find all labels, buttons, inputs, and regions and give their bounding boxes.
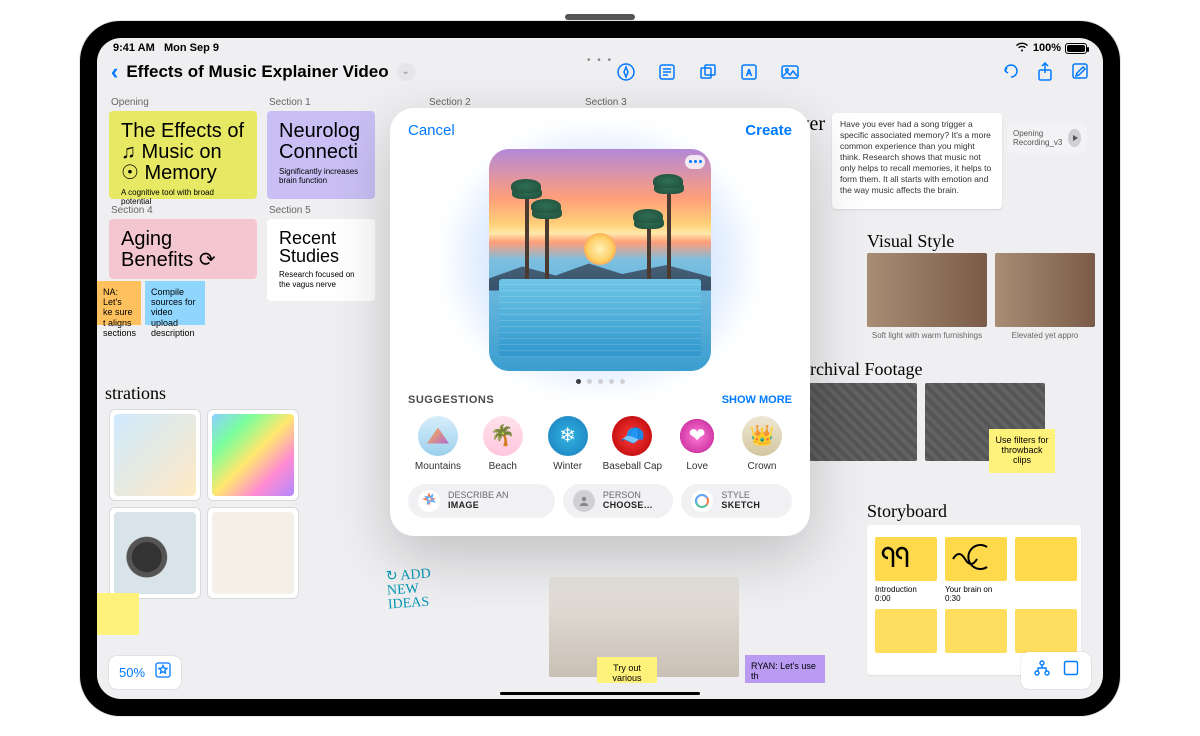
- suggestions-label: SUGGESTIONS: [408, 394, 494, 406]
- storyboard-label: Your brain on0:30: [945, 585, 992, 603]
- visual-style-thumb[interactable]: [867, 253, 987, 327]
- card-subtitle: Significantly increases brain function: [279, 167, 363, 186]
- battery-pct: 100%: [1033, 42, 1061, 54]
- thumb-caption: Soft light with warm furnishings: [867, 331, 987, 340]
- attachment-name: Opening Recording_v3: [1013, 129, 1062, 147]
- image-playground-sheet: Cancel Create SUGGESTIONS SHOW MORE: [390, 108, 810, 536]
- sticky-note[interactable]: Use filters for throwback clips: [989, 429, 1055, 473]
- heading-visual-style: Visual Style: [867, 231, 954, 252]
- chip-label: Crown: [748, 461, 777, 472]
- card-section-4[interactable]: Aging Benefits ⟳: [109, 219, 257, 279]
- storyboard-panel[interactable]: [945, 609, 1007, 653]
- status-date: Mon Sep 9: [164, 42, 219, 54]
- storyboard-panel[interactable]: [875, 537, 937, 581]
- sparkle-icon: [418, 490, 440, 512]
- text-tool-icon[interactable]: [740, 63, 758, 81]
- body-text: Have you ever had a song trigger a speci…: [840, 119, 991, 195]
- style-ring-icon: [691, 490, 713, 512]
- storyboard-label: Introduction0:00: [875, 585, 917, 603]
- illustration-thumb[interactable]: [207, 507, 299, 599]
- share-button[interactable]: [1037, 62, 1053, 82]
- document-menu-chevron-icon[interactable]: ⌄: [397, 63, 415, 81]
- compose-button[interactable]: [1071, 62, 1089, 82]
- navigator-map-icon[interactable]: [1063, 660, 1079, 681]
- section-label: Section 5: [269, 205, 311, 216]
- storyboard-panel[interactable]: [875, 609, 937, 653]
- undo-button[interactable]: [1001, 62, 1019, 82]
- card-section-1[interactable]: Neurolog Connecti Significantly increase…: [267, 111, 375, 199]
- star-icon[interactable]: [155, 662, 171, 683]
- chip-label: Beach: [489, 461, 517, 472]
- media-tool-icon[interactable]: [780, 63, 800, 81]
- back-button[interactable]: ‹: [111, 59, 118, 85]
- audio-attachment[interactable]: Opening Recording_v3: [1007, 123, 1087, 153]
- heading-archival: Archival Footage: [797, 359, 922, 380]
- cancel-button[interactable]: Cancel: [408, 122, 455, 139]
- sticky-note[interactable]: NA: Let's ke sure t aligns sections: [97, 281, 141, 325]
- chip-label: Winter: [553, 461, 582, 472]
- card-section-5[interactable]: Recent Studies Research focused on the v…: [267, 219, 375, 301]
- illustration-thumb[interactable]: [207, 409, 299, 501]
- card-title: Neurolog Connecti: [279, 121, 363, 163]
- suggestion-chip-beach[interactable]: 🌴Beach: [473, 416, 533, 472]
- heading-storyboard: Storyboard: [867, 501, 947, 522]
- navigator-tree-icon[interactable]: [1033, 660, 1051, 681]
- create-button[interactable]: Create: [745, 122, 792, 139]
- sticky-note[interactable]: RYAN: Let's use th: [745, 655, 825, 683]
- visual-style-thumb[interactable]: [995, 253, 1095, 327]
- suggestion-chip-love[interactable]: ❤Love: [667, 416, 727, 472]
- chip-label: Love: [686, 461, 708, 472]
- storyboard-panel[interactable]: [1015, 537, 1077, 581]
- card-subtitle: Research focused on the vagus nerve: [279, 270, 363, 289]
- card-subtitle: A cognitive tool with broad potential: [121, 188, 245, 207]
- thumb-caption: Elevated yet appro: [995, 331, 1095, 340]
- choose-person-button[interactable]: PERSONCHOOSE…: [563, 484, 674, 518]
- illustration-thumb[interactable]: [109, 507, 201, 599]
- section-label: Section 3: [585, 97, 627, 108]
- status-time: 9:41 AM: [113, 42, 155, 54]
- show-more-button[interactable]: SHOW MORE: [722, 394, 792, 406]
- more-options-icon[interactable]: [685, 155, 705, 169]
- suggestion-chip-baseball-cap[interactable]: 🧢Baseball Cap: [602, 416, 662, 472]
- play-icon[interactable]: [1068, 129, 1081, 147]
- storyboard-panel[interactable]: [945, 537, 1007, 581]
- text-card-memory[interactable]: Have you ever had a song trigger a speci…: [832, 113, 1002, 209]
- note-tool-icon[interactable]: [658, 63, 676, 81]
- page-indicator[interactable]: [408, 379, 792, 384]
- card-title: Aging Benefits ⟳: [121, 229, 245, 271]
- sticky-note[interactable]: Compile sources for video upload descrip…: [145, 281, 205, 325]
- handwriting-note[interactable]: ADD NEW IDEAS: [386, 567, 434, 612]
- archival-thumb[interactable]: [797, 383, 917, 461]
- card-opening[interactable]: The Effects of ♫ Music on ☉ Memory A cog…: [109, 111, 257, 199]
- describe-image-button[interactable]: DESCRIBE ANIMAGE: [408, 484, 555, 518]
- suggestion-chip-winter[interactable]: ❄Winter: [538, 416, 598, 472]
- home-indicator[interactable]: [500, 692, 700, 695]
- section-label: Opening: [111, 97, 149, 108]
- choose-style-button[interactable]: STYLESKETCH: [681, 484, 792, 518]
- storyboard-panel[interactable]: [1015, 609, 1077, 653]
- section-label: Section 2: [429, 97, 471, 108]
- card-title: The Effects of ♫ Music on ☉ Memory: [121, 121, 245, 184]
- zoom-value: 50%: [119, 665, 145, 680]
- sticky-note[interactable]: Try out various: [597, 657, 657, 683]
- document-title[interactable]: Effects of Music Explainer Video: [126, 62, 388, 82]
- zoom-control[interactable]: 50%: [109, 656, 181, 689]
- image-preview[interactable]: [489, 149, 711, 371]
- navigator-control[interactable]: [1021, 652, 1091, 689]
- suggestion-chip-crown[interactable]: 👑Crown: [732, 416, 792, 472]
- sticky-note[interactable]: [97, 593, 139, 635]
- wifi-icon: [1015, 42, 1029, 55]
- chip-label: Baseball Cap: [603, 461, 662, 472]
- card-title: Recent Studies: [279, 229, 363, 267]
- suggestion-chip-mountains[interactable]: Mountains: [408, 416, 468, 472]
- shape-tool-icon[interactable]: [698, 62, 718, 82]
- battery-icon: [1065, 43, 1087, 54]
- heading-illustrations: strations: [105, 383, 166, 404]
- chip-label: Mountains: [415, 461, 461, 472]
- pen-tool-icon[interactable]: [616, 62, 636, 82]
- section-label: Section 1: [269, 97, 311, 108]
- person-icon: [573, 490, 595, 512]
- illustration-thumb[interactable]: [109, 409, 201, 501]
